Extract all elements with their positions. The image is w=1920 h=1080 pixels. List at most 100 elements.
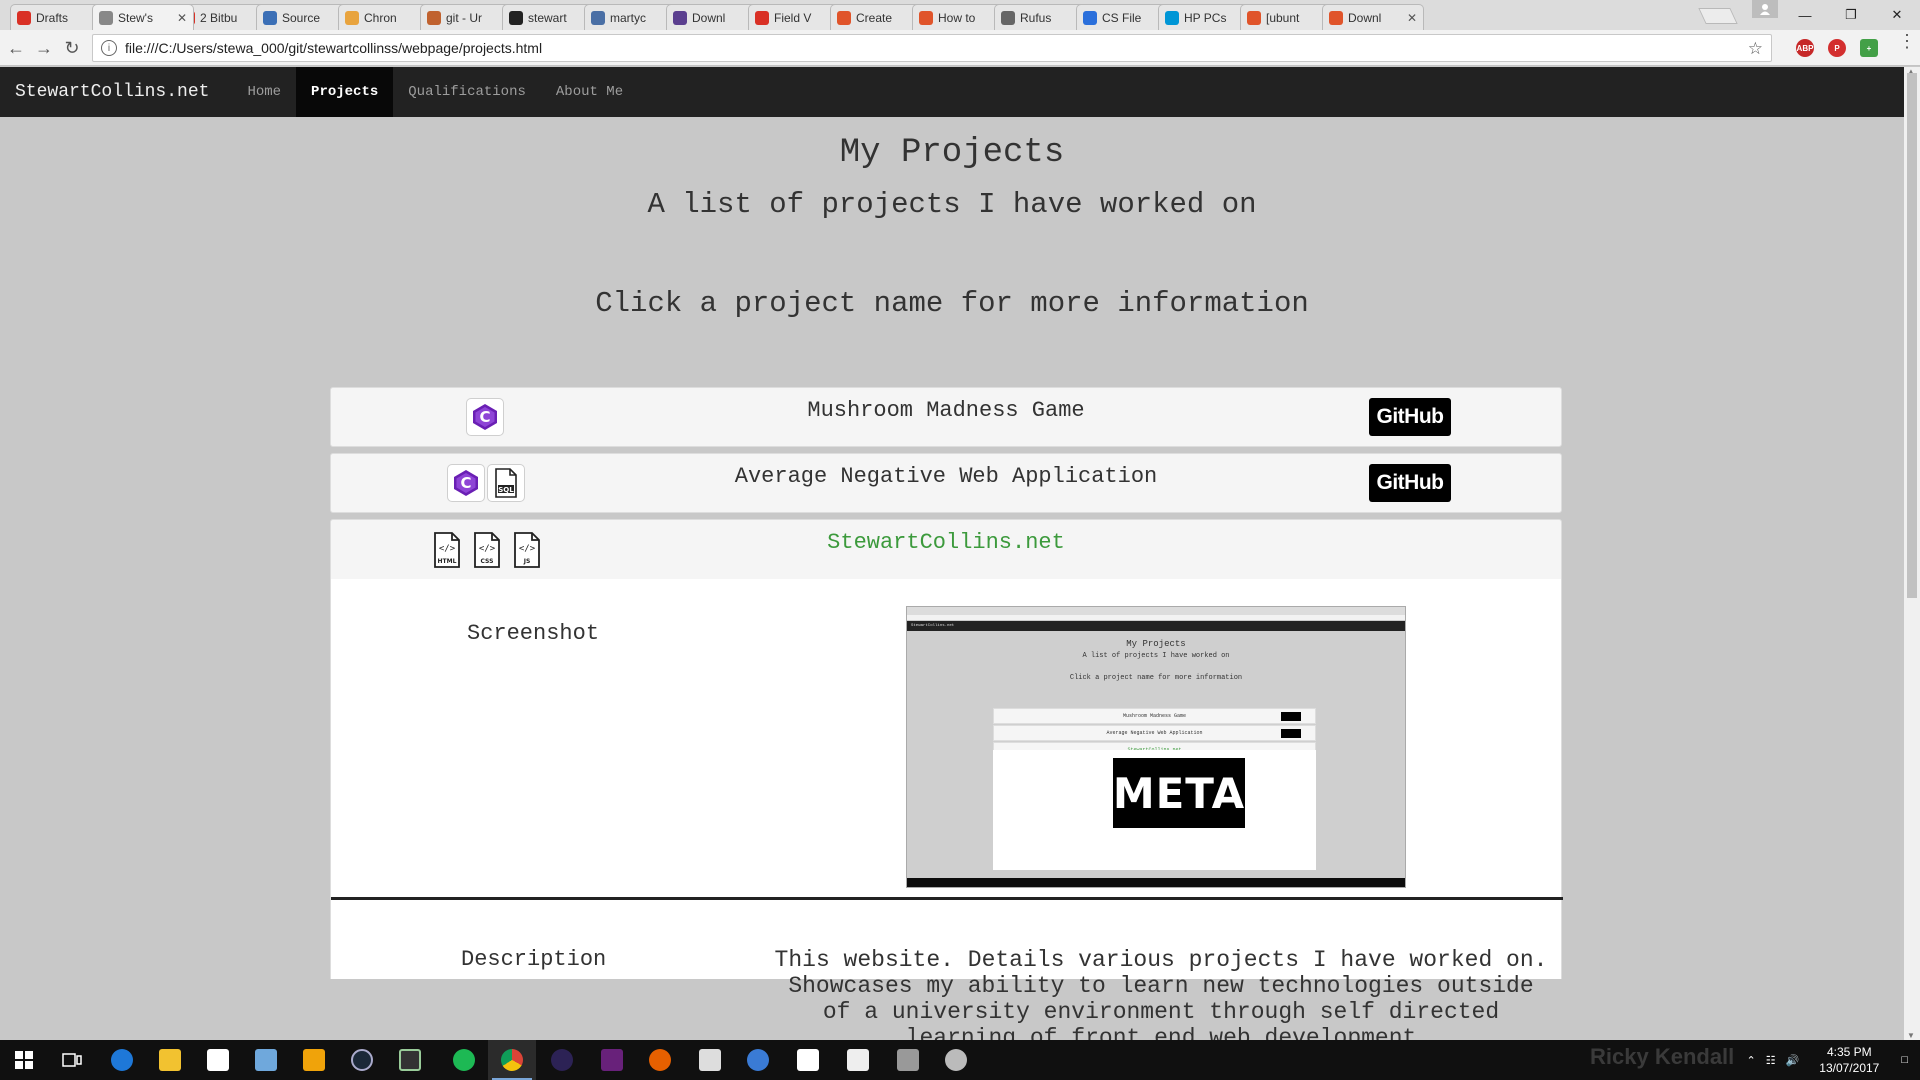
browser-tab-strip: Drafts✕Stew's✕2 Bitbu✕Source✕Chron✕git -… [0,0,1920,30]
project-panel-stewartcollins: </> HTML </> CSS </> JS StewartCollins.net [330,519,1562,580]
tab-label: stewart [528,10,567,25]
tab-favicon-icon [509,10,523,25]
section-divider [331,897,1563,900]
system-tray: ⌃ ☷ 🔊 4:35 PM 13/07/2017 □ [1746,1040,1920,1080]
tab-label: git - Ur [446,10,482,25]
tab-favicon-icon [1247,10,1261,25]
eclipse-icon[interactable] [538,1040,586,1080]
action-center-icon[interactable]: □ [1901,1054,1908,1066]
tab-favicon-icon [1001,10,1015,25]
tab-label: Source [282,10,321,25]
chrome-icon[interactable] [488,1040,536,1080]
tab-label: Drafts [36,10,69,25]
project-panel-mushroom: C Mushroom Madness Game GitHub [330,387,1562,447]
start-icon[interactable] [0,1040,48,1080]
adblock-extension-icon[interactable]: ABP [1796,39,1814,57]
new-tab-button[interactable] [1698,8,1738,24]
tab-favicon-icon [263,10,277,25]
page-title: My Projects [839,134,1065,172]
meta-logo: META [1113,758,1245,828]
intellij-icon[interactable] [290,1040,338,1080]
windows-taskbar: Ricky Kendall ⌃ ☷ 🔊 4:35 PM 13/07/2017 □ [0,1040,1920,1080]
tab-label: How to [938,10,976,25]
tab-close-icon[interactable]: ✕ [1407,11,1417,25]
store-icon[interactable] [194,1040,242,1080]
settings-icon[interactable] [932,1040,980,1080]
browser-tab[interactable]: Stew's ✕ [92,4,194,30]
clapper-icon[interactable] [834,1040,882,1080]
project-panel-average-negative: C SQL Average Negative Web Application G… [330,453,1562,513]
latex-icon[interactable] [686,1040,734,1080]
thumb-brand: StewartCollins.net [911,624,955,628]
svg-text:HTML: HTML [438,558,457,565]
github-button[interactable]: GitHub [1369,398,1451,436]
nav-home[interactable]: Home [232,67,296,117]
visual-studio-icon[interactable] [588,1040,636,1080]
task-view-icon[interactable] [48,1040,96,1080]
edge-icon[interactable] [98,1040,146,1080]
network-icon[interactable]: ☷ [1766,1054,1776,1067]
profile-button[interactable] [1752,0,1778,18]
page-subtitle: A list of projects I have worked on [647,188,1257,221]
file-explorer-icon[interactable] [146,1040,194,1080]
browser-menu-icon[interactable]: ⋮ [1898,32,1916,50]
inkscape-icon[interactable] [884,1040,932,1080]
url-text: file:///C:/Users/stewa_000/git/stewartco… [125,40,543,56]
tab-label: Create [856,10,893,25]
minimize-icon[interactable]: — [1782,0,1828,30]
page-instruction: Click a project name for more informatio… [595,287,1309,320]
show-hidden-icons-icon[interactable]: ⌃ [1746,1054,1755,1067]
tab-favicon-icon [673,10,687,25]
tab-label: Stew's [118,10,153,25]
tab-label: Rufus [1020,10,1052,25]
project-title[interactable]: StewartCollins.net [331,530,1561,555]
tab-label: Chron [364,10,397,25]
app-icon[interactable] [734,1040,782,1080]
clock[interactable]: 4:35 PM 13/07/2017 [1819,1044,1879,1076]
site-navbar: StewartCollins.net Home Projects Qualifi… [0,67,1904,117]
tab-favicon-icon [919,10,933,25]
back-icon[interactable]: ← [4,36,28,60]
tab-label: HP PCs [1184,10,1227,25]
close-window-icon[interactable]: ✕ [1874,0,1920,30]
tab-favicon-icon [837,10,851,25]
clock-date: 13/07/2017 [1819,1061,1880,1075]
volume-icon[interactable]: 🔊 [1786,1054,1800,1067]
extension-icon[interactable]: + [1860,39,1878,57]
description-label: Description [461,947,607,972]
bookmark-star-icon[interactable]: ☆ [1748,39,1763,59]
browser-tab[interactable]: Downl ✕ [1322,4,1424,30]
github-button[interactable]: GitHub [1369,464,1451,502]
firefox-icon[interactable] [636,1040,684,1080]
reload-icon[interactable]: ↻ [60,36,84,60]
screenshot-label: Screenshot [467,621,600,646]
terminal-icon[interactable] [386,1040,434,1080]
restore-icon[interactable]: ❐ [1828,0,1874,30]
tab-favicon-icon [1083,10,1097,25]
tab-favicon-icon [99,10,113,25]
steam-icon[interactable] [338,1040,386,1080]
nav-projects[interactable]: Projects [296,67,394,117]
tab-label: martyc [610,10,646,25]
thumb-detail: META [993,750,1316,870]
nav-qualifications[interactable]: Qualifications [393,67,541,117]
spotify-icon[interactable] [440,1040,488,1080]
nav-about-me[interactable]: About Me [541,67,638,117]
thumb-title: My Projects [1126,639,1186,649]
tab-close-icon[interactable]: ✕ [177,11,187,25]
info-icon[interactable]: i [101,40,117,56]
pinterest-extension-icon[interactable]: P [1828,39,1846,57]
tab-label: [ubunt [1266,10,1300,25]
thumb-row: Mushroom Madness Game [993,708,1316,724]
thumb-instruction: Click a project name for more informatio… [1069,674,1243,682]
media-icon[interactable] [784,1040,832,1080]
site-brand[interactable]: StewartCollins.net [0,67,224,117]
scroll-down-arrow-icon[interactable]: ▼ [1907,1031,1915,1040]
vertical-scrollbar[interactable]: ▲ ▼ [1904,67,1920,1040]
forward-icon[interactable]: → [32,36,56,60]
page-viewport: StewartCollins.net Home Projects Qualifi… [0,67,1904,1040]
tab-label: 2 Bitbu [200,10,238,25]
scrollbar-thumb[interactable] [1907,73,1917,598]
address-bar[interactable]: i file:///C:/Users/stewa_000/git/stewart… [92,34,1772,62]
notepad-icon[interactable] [242,1040,290,1080]
